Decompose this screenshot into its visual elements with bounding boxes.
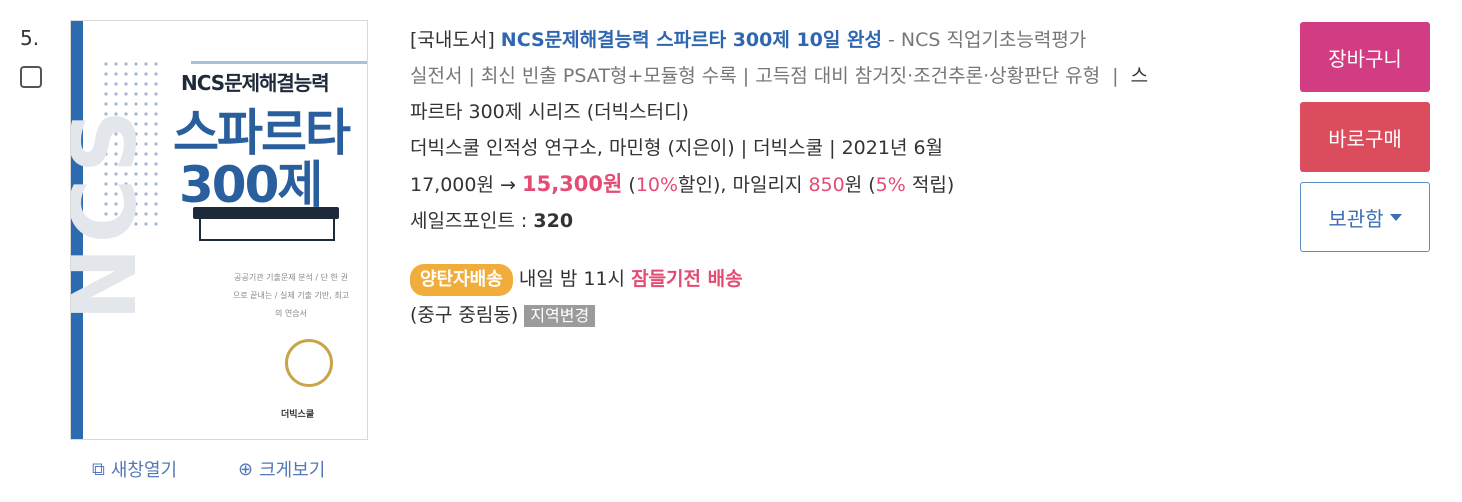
zoom-plus-icon: ⊕ [238, 458, 254, 480]
cover-seal-icon [285, 339, 333, 387]
cover-vertical-text: NCS [70, 105, 156, 321]
keep-label: 보관함 [1328, 206, 1384, 231]
new-window-icon: ⧉ [92, 458, 105, 480]
delivery-location: (중구 중림동) [410, 304, 519, 326]
delivery-line: 양탄자배송 내일 밤 11시 잠들기전 배송 [410, 261, 1280, 297]
series-link[interactable]: 스 [1131, 65, 1148, 87]
new-window-label: 새창열기 [110, 460, 178, 481]
book-subtitle: - NCS 직업기초능력평가 [888, 29, 1087, 51]
book-title-link[interactable]: NCS문제해결능력 스파르타 300제 10일 완성 [501, 29, 882, 51]
series-link-cont[interactable]: 파르타 300제 시리즈 (더빅스터디) [410, 101, 689, 123]
change-location-button[interactable]: 지역변경 [524, 305, 596, 327]
caret-down-icon [1389, 213, 1402, 221]
cover-publisher: 더빅스쿨 [281, 410, 315, 420]
sale-price: 15,300원 [521, 172, 623, 196]
zoom-link[interactable]: ⊕ 크게보기 [238, 456, 325, 482]
book-subtitle-cont: 실전서 | 최신 빈출 PSAT형+모듈형 수록 | 고득점 대비 참거짓·조건… [410, 65, 1101, 87]
mileage-close: 적립) [911, 174, 955, 196]
discount-close: 할인), 마일리지 [678, 174, 803, 196]
cover-top-line [191, 61, 367, 64]
cover-blurb: 공공기관 기출문제 분석 / 단 한 권으로 끝내는 / 실제 기출 기반, 최… [232, 273, 350, 318]
price-arrow: → [500, 174, 516, 196]
select-checkbox[interactable] [20, 66, 42, 88]
series-line: 파르타 300제 시리즈 (더빅스터디) [410, 94, 1280, 130]
cover-band [193, 207, 339, 219]
mileage-value: 850 [808, 174, 845, 196]
cover-speech-bubble [199, 219, 335, 241]
author-line: 더빅스쿨 인적성 연구소, 마민형 (지은이) | 더빅스쿨 | 2021년 6… [410, 137, 944, 159]
sales-point-value: 320 [533, 210, 574, 232]
sales-point-label: 세일즈포인트 : [410, 210, 528, 232]
sales-point-line: 세일즈포인트 : 320 [410, 203, 1280, 239]
add-to-cart-label: 장바구니 [1328, 46, 1402, 71]
discount-rate: 10% [635, 174, 679, 196]
mileage-rate: 5% [875, 174, 906, 196]
price-line: 17,000원 → 15,300원 (10%할인), 마일리지 850원 (5%… [410, 166, 1280, 203]
delivery-badge[interactable]: 양탄자배송 [410, 264, 513, 296]
title-line: [국내도서] NCS문제해결능력 스파르타 300제 10일 완성 - NCS … [410, 22, 1280, 58]
keep-dropdown-button[interactable]: 보관함 [1300, 182, 1430, 252]
subtitle-line: 실전서 | 최신 빈출 PSAT형+모듈형 수록 | 고득점 대비 참거짓·조건… [410, 58, 1280, 94]
series-separator: | [1112, 65, 1119, 87]
delivery-note: 잠들기전 배송 [631, 268, 743, 290]
item-rank: 5. [20, 26, 40, 50]
discount-open: ( [628, 174, 636, 196]
delivery-time: 내일 밤 11시 [518, 268, 626, 290]
buy-now-label: 바로구매 [1328, 126, 1402, 151]
cover-subtitle: NCS문제해결능력 [181, 71, 330, 95]
book-cover-image[interactable]: NCS문제해결능력 스파르타 300제 NCS 공공기관 기출문제 분석 / 단… [70, 20, 368, 440]
item-info: [국내도서] NCS문제해결능력 스파르타 300제 10일 완성 - NCS … [410, 22, 1280, 333]
original-price: 17,000원 [410, 174, 494, 196]
new-window-link[interactable]: ⧉ 새창열기 [92, 456, 177, 482]
location-line: (중구 중림동) 지역변경 [410, 297, 1280, 333]
add-to-cart-button[interactable]: 장바구니 [1300, 22, 1430, 92]
category-label: [국내도서] [410, 29, 495, 51]
mileage-unit: 원 ( [844, 174, 876, 196]
zoom-label: 크게보기 [259, 460, 326, 481]
buy-now-button[interactable]: 바로구매 [1300, 102, 1430, 172]
